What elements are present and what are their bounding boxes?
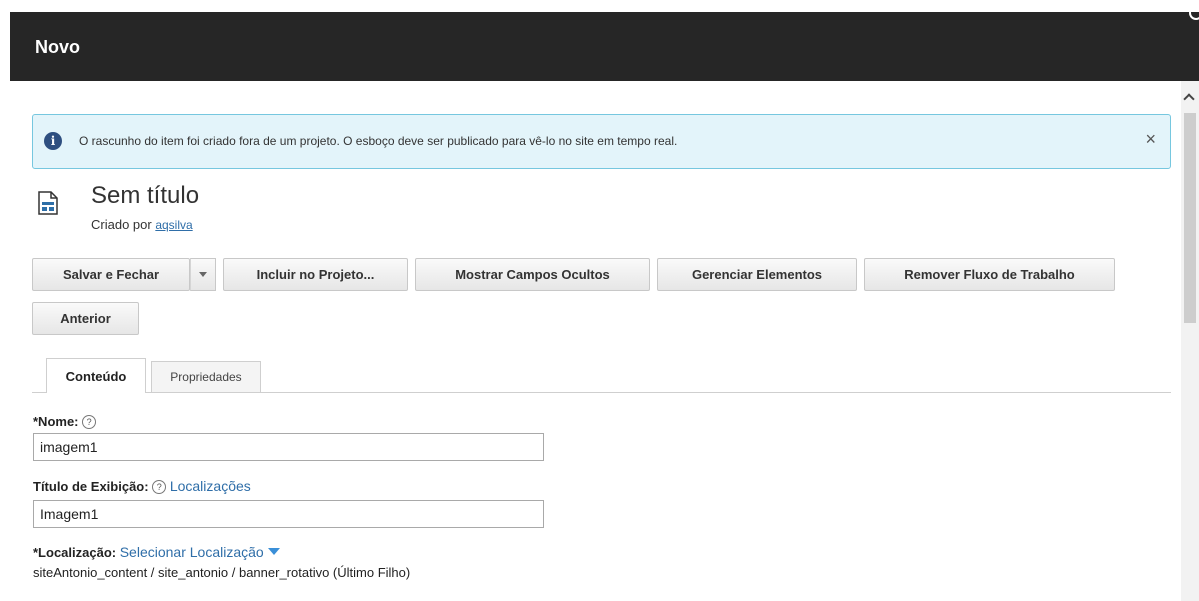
- corner-help-icon[interactable]: [1187, 12, 1199, 26]
- show-hidden-fields-button[interactable]: Mostrar Campos Ocultos: [415, 258, 650, 291]
- display-title-input[interactable]: [33, 500, 544, 528]
- created-by-user-link[interactable]: aqsilva: [155, 218, 192, 232]
- remove-workflow-button[interactable]: Remover Fluxo de Trabalho: [864, 258, 1115, 291]
- alert-message: O rascunho do item foi criado fora de um…: [79, 134, 678, 148]
- created-by-prefix: Criado por: [91, 217, 152, 232]
- created-by: Criado por aqsilva: [91, 217, 193, 232]
- location-path: siteAntonio_content / site_antonio / ban…: [33, 565, 411, 580]
- manage-elements-button[interactable]: Gerenciar Elementos: [657, 258, 857, 291]
- display-title-help-icon[interactable]: ?: [152, 480, 167, 494]
- localizations-link[interactable]: Localizações: [170, 478, 251, 494]
- chevron-down-icon[interactable]: [267, 548, 280, 555]
- info-alert: i O rascunho do item foi criado fora de …: [32, 114, 1171, 169]
- save-close-dropdown[interactable]: [190, 258, 216, 291]
- name-input[interactable]: [33, 433, 544, 461]
- location-label: *Localização:: [33, 545, 117, 560]
- info-icon: i: [44, 132, 62, 150]
- name-label: *Nome:: [33, 414, 79, 429]
- scroll-up-icon[interactable]: [1183, 93, 1195, 105]
- display-title-label: Título de Exibição:: [33, 479, 149, 494]
- vertical-scrollbar[interactable]: [1181, 81, 1199, 601]
- name-label-row: *Nome: ?: [33, 414, 97, 429]
- page-title: Sem título: [91, 182, 200, 209]
- save-close-button[interactable]: Salvar e Fechar: [32, 258, 190, 291]
- select-location-link[interactable]: Selecionar Localização: [120, 544, 264, 560]
- chevron-down-icon: [199, 272, 207, 277]
- window-title: Novo: [35, 37, 80, 57]
- name-help-icon[interactable]: ?: [82, 415, 97, 429]
- location-label-row: *Localização: Selecionar Localização: [33, 544, 280, 560]
- display-title-label-row: Título de Exibição: ? Localizações: [33, 478, 251, 494]
- window-titlebar: Novo: [10, 12, 1199, 81]
- include-project-button[interactable]: Incluir no Projeto...: [223, 258, 408, 291]
- previous-button[interactable]: Anterior: [32, 302, 139, 335]
- alert-close-button[interactable]: ×: [1145, 129, 1156, 150]
- content-item-icon: [38, 191, 58, 215]
- tab-content[interactable]: Conteúdo: [46, 358, 146, 393]
- scroll-thumb[interactable]: [1184, 113, 1196, 323]
- tabs-divider: [32, 392, 1171, 393]
- tab-properties[interactable]: Propriedades: [151, 361, 261, 392]
